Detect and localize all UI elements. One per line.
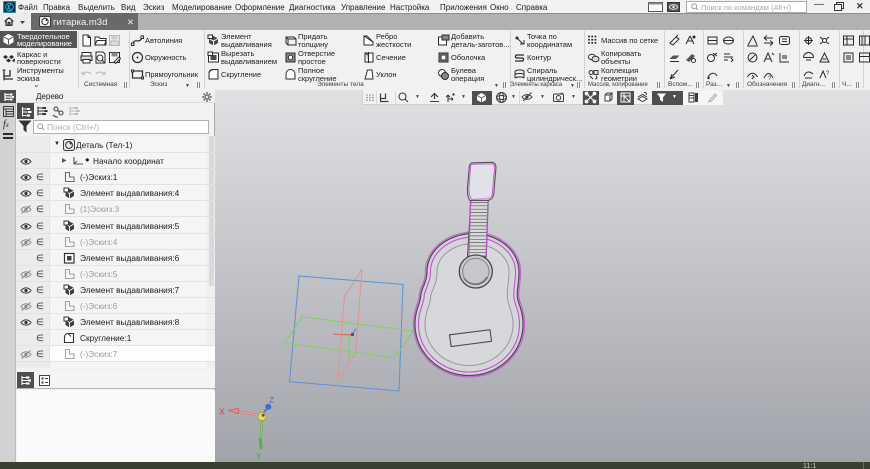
svg-text:Y: Y xyxy=(256,452,262,461)
svg-text:?: ? xyxy=(768,76,772,81)
svg-text:Z: Z xyxy=(269,396,274,405)
svg-text:X: X xyxy=(219,407,225,417)
svg-text:?: ? xyxy=(826,71,830,77)
